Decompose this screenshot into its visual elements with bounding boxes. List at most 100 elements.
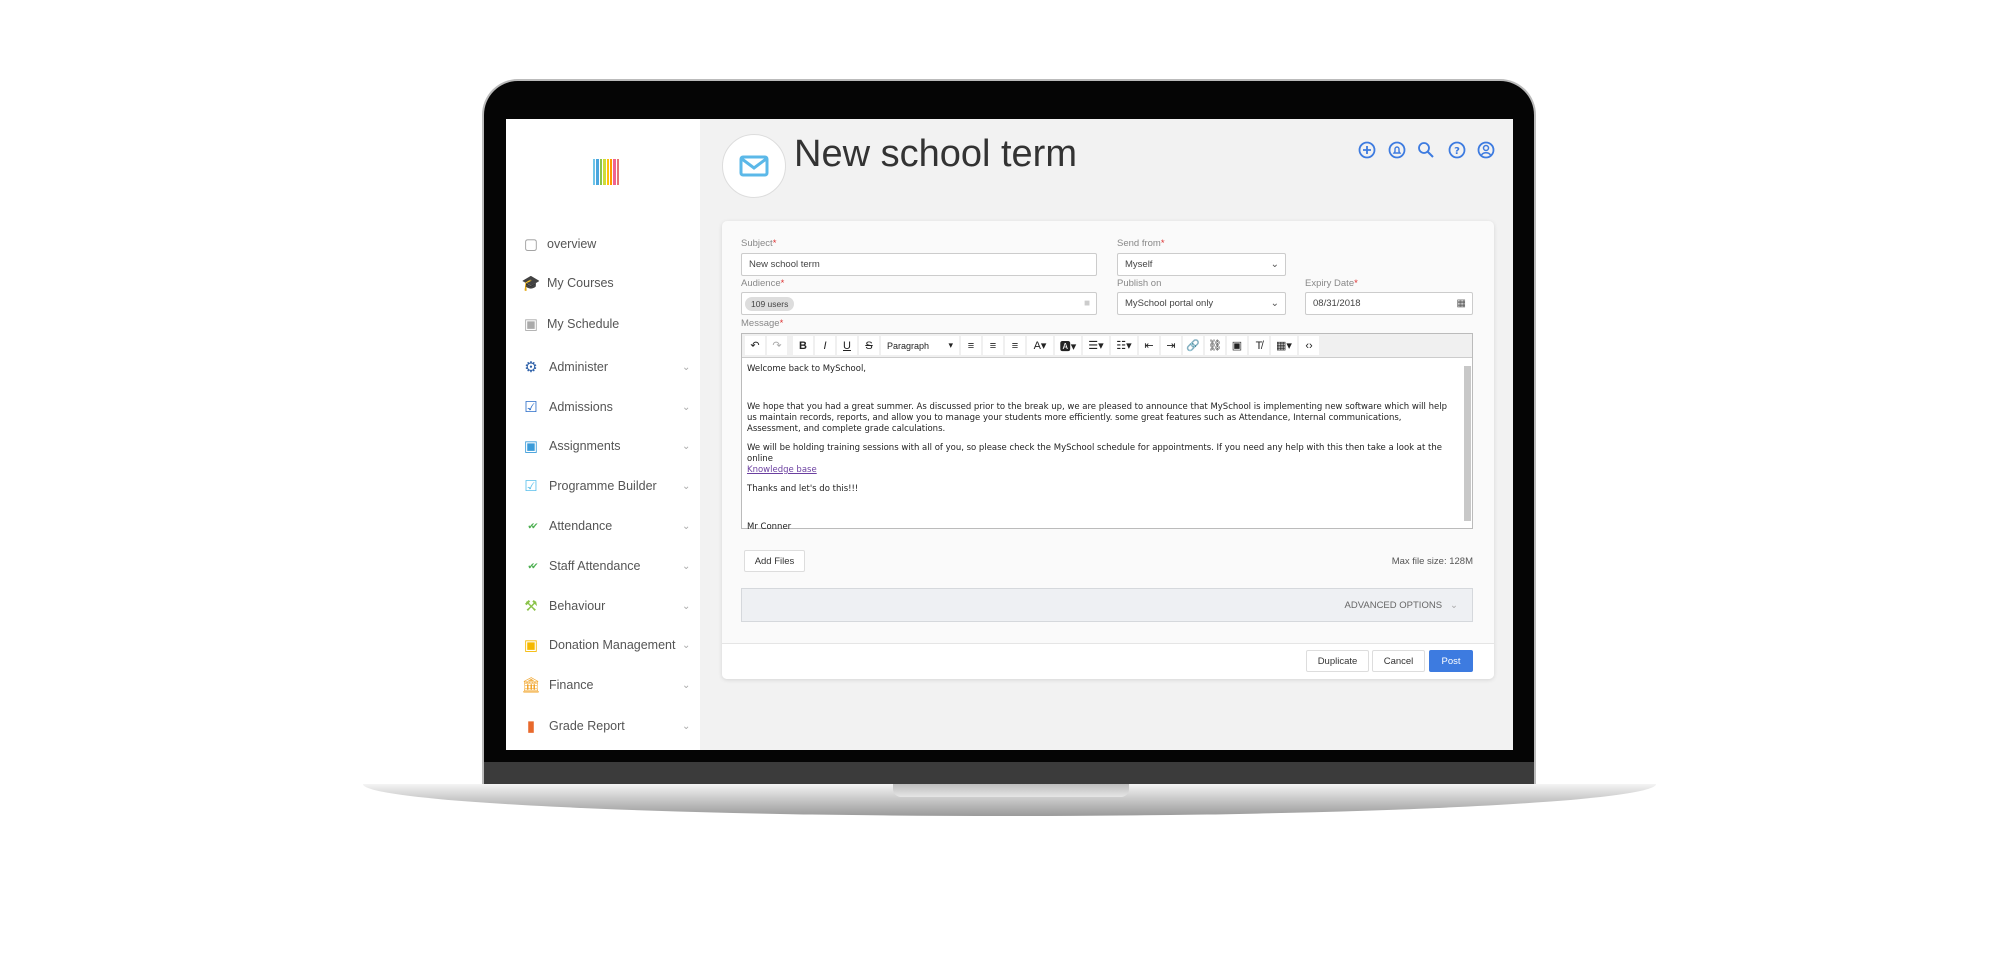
table-icon[interactable]: ▦▾ bbox=[1271, 336, 1297, 355]
link-icon[interactable]: 🔗 bbox=[1183, 336, 1203, 355]
sidebar-item-administer[interactable]: ⚙ Administer ⌄ bbox=[506, 353, 700, 381]
image-icon[interactable]: ▣ bbox=[1227, 336, 1247, 355]
sidebar-item-finance[interactable]: 🏛 Finance ⌄ bbox=[506, 671, 700, 699]
sidebar-item-label: Attendance bbox=[549, 519, 613, 533]
sidebar-item-my-schedule[interactable]: ▣ My Schedule bbox=[506, 310, 700, 338]
cancel-button[interactable]: Cancel bbox=[1372, 650, 1425, 672]
background-color-icon[interactable]: 🅰▾ bbox=[1055, 336, 1081, 355]
search-icon[interactable] bbox=[1417, 141, 1435, 159]
laptop-chin bbox=[484, 762, 1534, 784]
format-select[interactable]: Paragraph ▾ bbox=[881, 336, 959, 355]
help-icon[interactable]: ? bbox=[1448, 141, 1466, 159]
editor-scrollbar[interactable] bbox=[1464, 366, 1471, 521]
unlink-icon[interactable]: ⛓ bbox=[1205, 336, 1225, 355]
bold-icon[interactable]: B bbox=[793, 336, 813, 355]
redo-icon[interactable]: ↷ bbox=[767, 336, 787, 355]
message-signature: Mr Conner bbox=[747, 522, 792, 532]
badge-icon: ▣ bbox=[523, 438, 539, 455]
chevron-down-icon[interactable]: ⌄ bbox=[682, 362, 690, 373]
double-check-icon: ✔✔ bbox=[527, 560, 538, 571]
logo-stripe bbox=[616, 159, 619, 185]
plus-circle-icon[interactable] bbox=[1358, 141, 1376, 159]
duplicate-button[interactable]: Duplicate bbox=[1306, 650, 1369, 672]
message-paragraph: We will be holding training sessions wit… bbox=[747, 443, 1442, 464]
align-center-icon[interactable]: ≡ bbox=[983, 336, 1003, 355]
logo-stripe bbox=[613, 159, 616, 185]
graduation-cap-icon: 🎓 bbox=[521, 275, 541, 292]
italic-icon[interactable]: I bbox=[815, 336, 835, 355]
calendar-icon[interactable]: ▦ bbox=[1457, 298, 1466, 309]
chevron-down-icon[interactable]: ⌄ bbox=[682, 521, 690, 532]
wallet-icon: ▣ bbox=[523, 637, 539, 654]
double-check-icon: ✔✔ bbox=[527, 520, 538, 531]
audience-chip[interactable]: 109 users bbox=[745, 296, 795, 311]
sidebar-item-grade-report[interactable]: ▮ Grade Report ⌄ bbox=[506, 712, 700, 740]
expiry-date-input[interactable]: 08/31/2018 ▦ bbox=[1305, 292, 1473, 315]
sidebar-item-programme-builder[interactable]: ☑ Programme Builder ⌄ bbox=[506, 472, 700, 500]
subject-input[interactable]: New school term bbox=[741, 253, 1097, 276]
bullet-list-icon[interactable]: ☰▾ bbox=[1083, 336, 1109, 355]
bank-icon: 🏛 bbox=[521, 677, 541, 694]
sidebar-item-donation-management[interactable]: ▣ Donation Management ⌄ bbox=[506, 631, 700, 659]
clear-format-icon[interactable]: T̸ bbox=[1249, 336, 1269, 355]
publish-select[interactable]: MySchool portal only ⌄ bbox=[1117, 292, 1286, 315]
outdent-icon[interactable]: ⇤ bbox=[1139, 336, 1159, 355]
sidebar-item-label: Admissions bbox=[549, 400, 613, 414]
chevron-down-icon[interactable]: ⌄ bbox=[682, 481, 690, 492]
clipboard-check-icon: ☑ bbox=[524, 399, 538, 416]
folder-icon[interactable]: ■ bbox=[1084, 298, 1090, 309]
sidebar-item-staff-attendance[interactable]: ✔✔ Staff Attendance ⌄ bbox=[506, 552, 700, 580]
knowledge-base-link[interactable]: Knowledge base bbox=[747, 465, 817, 475]
sidebar-item-label: Finance bbox=[549, 678, 594, 692]
message-editor[interactable]: ↶ ↷ BIUS Paragraph ▾ ≡ ≡ ≡ A▾ 🅰▾ ☰▾ ☷▾ ⇤ ⇥ 🔗 ⛓ ▣ T… bbox=[741, 333, 1473, 532]
bell-icon[interactable] bbox=[1388, 141, 1406, 159]
gavel-icon: ⚒ bbox=[524, 598, 538, 615]
expiry-label: Expiry Date* bbox=[1305, 278, 1358, 289]
advanced-options-label: ADVANCED OPTIONS bbox=[1344, 599, 1443, 611]
bookmark-icon: ▮ bbox=[526, 718, 536, 735]
align-right-icon[interactable]: ≡ bbox=[1005, 336, 1025, 355]
chevron-down-icon[interactable]: ⌄ bbox=[682, 601, 690, 612]
logo-stripe bbox=[609, 159, 613, 185]
laptop-notch bbox=[893, 784, 1129, 797]
message-body[interactable]: Welcome back to MySchool, We hope that y… bbox=[742, 358, 1472, 532]
sidebar-item-admissions[interactable]: ☑ Admissions ⌄ bbox=[506, 393, 700, 421]
sidebar-item-my-courses[interactable]: 🎓 My Courses bbox=[506, 269, 700, 297]
message-label: Message* bbox=[741, 318, 784, 329]
publish-label: Publish on bbox=[1117, 278, 1162, 289]
sidebar-item-behaviour[interactable]: ⚒ Behaviour ⌄ bbox=[506, 592, 700, 620]
logo-stripe bbox=[599, 159, 603, 185]
audience-input[interactable]: 109 users ■ bbox=[741, 292, 1097, 315]
post-button[interactable]: Post bbox=[1429, 650, 1473, 672]
chevron-down-icon[interactable]: ⌄ bbox=[682, 640, 690, 651]
sidebar-item-overview[interactable]: ▢ overview bbox=[506, 230, 700, 258]
chevron-down-icon[interactable]: ⌄ bbox=[682, 721, 690, 732]
code-icon[interactable]: ‹› bbox=[1299, 336, 1319, 355]
chevron-down-icon[interactable]: ⌄ bbox=[682, 680, 690, 691]
chevron-down-icon[interactable]: ⌄ bbox=[682, 402, 690, 413]
envelope-icon bbox=[722, 134, 786, 198]
logo-stripe bbox=[606, 159, 609, 185]
svg-text:?: ? bbox=[1454, 146, 1460, 157]
numbered-list-icon[interactable]: ☷▾ bbox=[1111, 336, 1137, 355]
user-icon[interactable] bbox=[1477, 141, 1495, 159]
chevron-down-icon[interactable]: ⌄ bbox=[682, 561, 690, 572]
sidebar-item-assignments[interactable]: ▣ Assignments ⌄ bbox=[506, 432, 700, 460]
sidebar-item-attendance[interactable]: ✔✔ Attendance ⌄ bbox=[506, 512, 700, 540]
align-left-icon[interactable]: ≡ bbox=[961, 336, 981, 355]
sidebar-item-label: Grade Report bbox=[549, 719, 625, 733]
send-from-select[interactable]: Myself ⌄ bbox=[1117, 253, 1286, 276]
strikethrough-icon[interactable]: S bbox=[859, 336, 879, 355]
advanced-options-toggle[interactable]: ADVANCED OPTIONS ⌄ bbox=[741, 588, 1473, 622]
undo-icon[interactable]: ↶ bbox=[745, 336, 765, 355]
text-color-icon[interactable]: A▾ bbox=[1027, 336, 1053, 355]
clipboard-check-icon: ☑ bbox=[524, 478, 538, 495]
sidebar: ▢ overview 🎓 My Courses ▣ My Schedule ⚙ Adminis… bbox=[506, 119, 700, 750]
underline-icon[interactable]: U bbox=[837, 336, 857, 355]
post-form-card: Subject* New school term Send from* Myse… bbox=[722, 221, 1494, 679]
sidebar-item-label: Programme Builder bbox=[549, 479, 657, 493]
send-from-label: Send from* bbox=[1117, 238, 1165, 249]
indent-icon[interactable]: ⇥ bbox=[1161, 336, 1181, 355]
add-files-button[interactable]: Add Files bbox=[744, 550, 805, 572]
chevron-down-icon[interactable]: ⌄ bbox=[682, 441, 690, 452]
